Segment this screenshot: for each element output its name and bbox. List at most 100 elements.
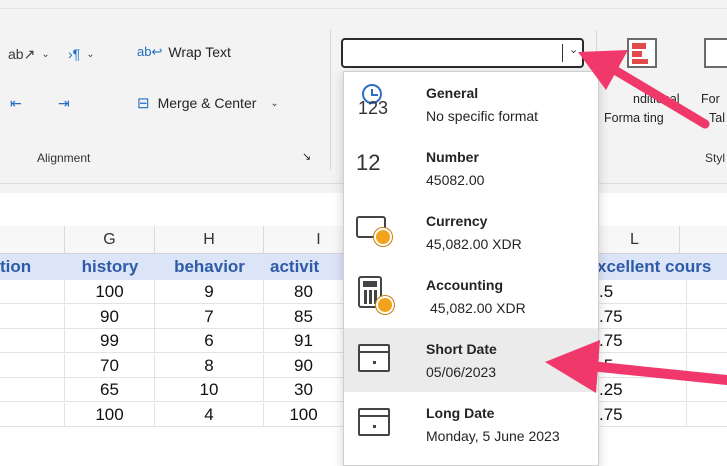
indent-settings-button[interactable]: ›¶ ⌄ [68, 46, 95, 62]
format-option-name: Long Date [426, 405, 495, 421]
format-option-sample: No specific format [426, 108, 539, 124]
table-cell[interactable]: 65 [65, 378, 155, 402]
table-cell[interactable]: 80 [264, 280, 344, 304]
bar-segment [632, 59, 648, 64]
bar-segment [632, 43, 646, 49]
column-header-L[interactable]: L [590, 226, 680, 254]
orientation-button[interactable]: ab↗ ⌄ [8, 46, 50, 63]
merge-center-button[interactable]: ⊟ Merge & Center ⌄ [137, 94, 279, 112]
table-cell[interactable]: 6 [155, 329, 264, 353]
clock-123-icon: 123 [354, 82, 394, 122]
format-option-number[interactable]: 12 Number 45082.00 [344, 136, 598, 200]
format-option-accounting[interactable]: Accounting 45,082.00 XDR [344, 264, 598, 328]
format-option-sample: 45,082.00 XDR [430, 300, 526, 316]
table-cell[interactable]: .75 [597, 402, 687, 427]
alignment-dialog-launcher[interactable]: ↘ [302, 150, 311, 163]
coins-shape [376, 296, 394, 314]
number-format-input[interactable]: ⌄ [341, 38, 584, 68]
numeric-glyph: 123 [358, 98, 389, 118]
format-option-name: Accounting [426, 277, 503, 293]
format-option-long-date[interactable]: Long Date Monday, 5 June 2023 [344, 392, 598, 456]
format-as-table-icon[interactable] [704, 38, 727, 68]
conditional-formatting-icon[interactable] [627, 38, 657, 68]
numeric-glyph: 12 [356, 150, 381, 175]
dialog-launcher-icon: ↘ [302, 151, 312, 163]
conditional-formatting-label-line2[interactable]: Forma ting [604, 111, 664, 125]
increase-indent-button[interactable]: ⇥ [58, 95, 70, 112]
bar-segment [632, 51, 642, 57]
table-cell[interactable]: 9 [155, 280, 264, 304]
table-cell[interactable]: .75 [597, 304, 687, 329]
conditional-formatting-label-line1[interactable]: nditional [633, 92, 680, 106]
table-cell[interactable]: 99 [65, 329, 155, 353]
title-cell[interactable]: history [65, 254, 155, 280]
table-cell[interactable]: .25 [597, 378, 687, 402]
format-as-table-label-line1[interactable]: For [701, 92, 720, 106]
alignment-group-label: Alignment [37, 151, 91, 165]
table-cell[interactable]: 91 [264, 329, 344, 353]
table-cell[interactable] [0, 304, 65, 329]
accounting-calculator-icon [354, 274, 394, 314]
group-divider [330, 30, 331, 170]
format-as-table-label-line2[interactable]: Tal [709, 111, 725, 125]
chevron-down-icon: ⌄ [86, 48, 95, 60]
table-cell[interactable]: 7 [155, 304, 264, 329]
table-cell[interactable]: .5 [597, 280, 687, 304]
table-cell[interactable]: 100 [65, 402, 155, 427]
ribbon-top-strip [0, 0, 727, 9]
column-header-F[interactable] [0, 226, 65, 254]
format-option-name: Short Date [426, 341, 497, 357]
column-header-H[interactable]: H [155, 226, 264, 254]
table-cell[interactable]: 8 [155, 353, 264, 378]
table-cell[interactable]: 85 [264, 304, 344, 329]
table-cell[interactable]: .5 [597, 353, 687, 378]
styles-group-label: Styl [705, 151, 726, 165]
calendar-dot [373, 425, 376, 428]
format-option-sample: 45,082.00 XDR [426, 236, 522, 252]
chevron-down-icon: ⌄ [270, 97, 279, 109]
paragraph-indent-icon: ›¶ [68, 46, 81, 62]
table-cell[interactable]: 100 [264, 402, 344, 427]
format-option-sample: Monday, 5 June 2023 [426, 428, 560, 444]
table-cell[interactable]: 70 [65, 353, 155, 378]
title-cell[interactable]: xcellent cours [597, 254, 727, 280]
wrap-text-label: Wrap Text [168, 44, 231, 60]
calendar-shape [358, 344, 390, 372]
table-cell[interactable] [0, 280, 65, 304]
chevron-down-icon: ⌄ [41, 49, 50, 60]
format-option-general[interactable]: 123 General No specific format [344, 72, 598, 136]
title-cell[interactable]: activit [264, 254, 344, 280]
table-cell[interactable]: 10 [155, 378, 264, 402]
wrap-text-button[interactable]: ab↩ Wrap Text [137, 44, 231, 60]
title-cell[interactable]: tion [0, 254, 65, 280]
calendar-icon [354, 402, 394, 442]
table-cell[interactable]: 90 [264, 353, 344, 378]
wrap-text-icon: ab↩ [137, 44, 163, 59]
chevron-down-icon[interactable]: ⌄ [569, 43, 578, 56]
table-cell[interactable]: .75 [597, 329, 687, 353]
increase-indent-icon: ⇥ [58, 95, 70, 111]
format-option-short-date[interactable]: Short Date 05/06/2023 [344, 328, 598, 392]
number-format-dropdown: 123 General No specific format 12 Number… [343, 71, 599, 466]
coins-shape [374, 228, 392, 246]
table-cell[interactable] [0, 329, 65, 353]
format-option-sample: 05/06/2023 [426, 364, 497, 380]
format-option-name: Currency [426, 213, 488, 229]
table-cell[interactable]: 30 [264, 378, 344, 402]
format-option-name: General [426, 85, 479, 101]
text-cursor [562, 44, 563, 62]
calendar-icon [354, 338, 394, 378]
table-cell[interactable]: 90 [65, 304, 155, 329]
title-cell[interactable]: behavior [155, 254, 264, 280]
table-cell[interactable]: 4 [155, 402, 264, 427]
table-cell[interactable] [0, 402, 65, 427]
decrease-indent-button[interactable]: ⇤ [10, 95, 22, 112]
format-option-currency[interactable]: Currency 45,082.00 XDR [344, 200, 598, 264]
table-cell[interactable]: 100 [65, 280, 155, 304]
table-cell[interactable] [0, 378, 65, 402]
table-cell[interactable] [0, 353, 65, 378]
column-header-G[interactable]: G [65, 226, 155, 254]
calendar-dot [373, 361, 376, 364]
format-option-name: Number [426, 149, 479, 165]
merge-center-label: Merge & Center [157, 95, 257, 111]
